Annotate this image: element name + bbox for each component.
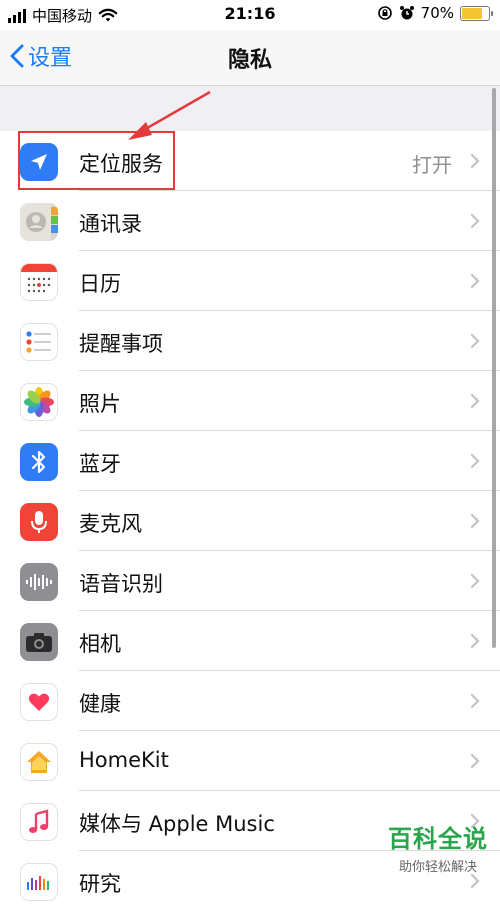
chevron-right-icon [470, 213, 480, 229]
chevron-right-icon [470, 273, 480, 289]
music-note-icon [20, 803, 58, 841]
chevron-right-icon [470, 513, 480, 529]
chevron-right-icon [470, 693, 480, 709]
list-item-label: 麦克风 [79, 512, 142, 536]
chevron-right-icon [470, 633, 480, 649]
list-item-label: 日历 [79, 272, 121, 296]
list-item-reminders[interactable]: 提醒事项 [0, 311, 500, 371]
chevron-right-icon [470, 873, 480, 889]
watermark: 百科全说 助你轻松解决 [388, 819, 488, 875]
list-item-speech-recognition[interactable]: 语音识别 [0, 551, 500, 611]
photos-icon [20, 383, 58, 421]
list-item-label: 蓝牙 [79, 452, 121, 476]
watermark-title: 百科全说 [388, 825, 488, 853]
list-item-health[interactable]: 健康 [0, 671, 500, 731]
list-item-contacts[interactable]: 通讯录 [0, 191, 500, 251]
list-item-label: 媒体与 Apple Music [79, 812, 275, 836]
list-item-bluetooth[interactable]: 蓝牙 [0, 431, 500, 491]
list-item-label: 语音识别 [79, 572, 163, 596]
list-item-label: 提醒事项 [79, 332, 163, 356]
calendar-icon [20, 263, 58, 301]
health-heart-icon [20, 683, 58, 721]
list-item-photos[interactable]: 照片 [0, 371, 500, 431]
list-item-label: 通讯录 [79, 212, 142, 236]
homekit-house-icon [20, 743, 58, 781]
camera-icon [20, 623, 58, 661]
list-item-camera[interactable]: 相机 [0, 611, 500, 671]
list-item-label: HomeKit [79, 748, 169, 772]
watermark-subtitle: 助你轻松解决 [398, 860, 477, 875]
chevron-right-icon [470, 393, 480, 409]
list-item-calendar[interactable]: 日历 [0, 251, 500, 311]
list-item-homekit[interactable]: HomeKit [0, 731, 500, 791]
contacts-icon [20, 203, 58, 241]
research-icon [20, 863, 58, 901]
list-item-label: 健康 [79, 692, 121, 716]
microphone-icon [20, 503, 58, 541]
annotation-arrow-icon [128, 90, 211, 140]
privacy-list: 定位服务 打开 通讯录 日历 提醒事项 照片 蓝牙 麦克风 语音识别 相机 健康… [0, 131, 500, 911]
bluetooth-icon [20, 443, 58, 481]
list-item-label: 相机 [79, 632, 121, 656]
chevron-right-icon [470, 453, 480, 469]
chevron-right-icon [470, 333, 480, 349]
chevron-right-icon [470, 753, 480, 769]
chevron-right-icon [470, 573, 480, 589]
list-item-label: 研究 [79, 872, 121, 896]
list-item-microphone[interactable]: 麦克风 [0, 491, 500, 551]
reminders-icon [20, 323, 58, 361]
list-item-label: 照片 [79, 392, 121, 416]
speech-recognition-icon [20, 563, 58, 601]
